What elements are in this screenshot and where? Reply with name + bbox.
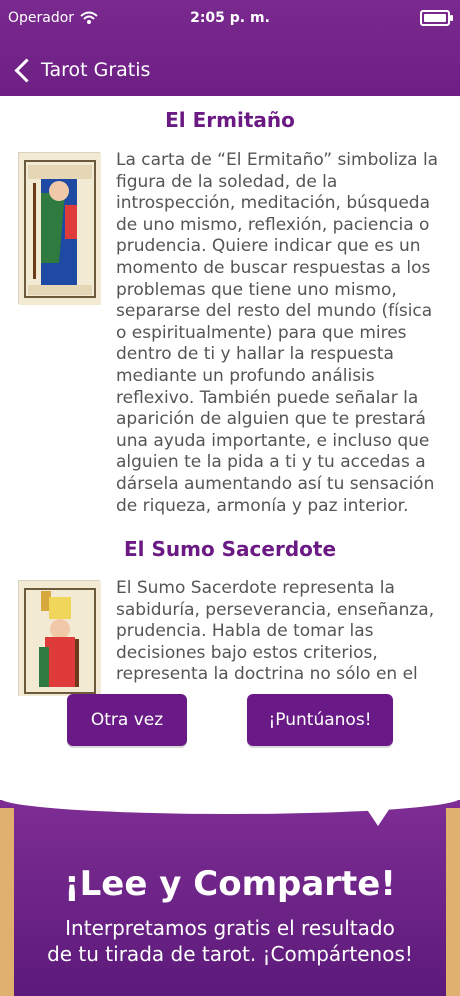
promo-subtitle: Interpretamos gratis el resultado de tu … <box>40 915 420 967</box>
top-bar: Operador 2:05 p. m. Tarot Gratis <box>0 0 460 96</box>
puntuanos-button[interactable]: ¡Puntúanos! <box>247 694 393 746</box>
card-descriptions: El Ermitaño La carta de “El Ermitaño” si… <box>0 96 460 696</box>
card-description: La carta de “El Ermitaño” simboliza la f… <box>116 150 439 516</box>
promo-title: ¡Lee y Comparte! <box>64 864 396 904</box>
promo-subtitle-line: Interpretamos gratis el resultado <box>65 916 395 940</box>
card-title: El Sumo Sacerdote <box>123 537 337 561</box>
otra-vez-button[interactable]: Otra vez <box>67 694 187 746</box>
promo-pointer <box>366 808 390 826</box>
back-label: Tarot Gratis <box>41 59 151 81</box>
back-button[interactable]: Tarot Gratis <box>0 57 151 83</box>
card-title: El Ermitaño <box>165 108 295 132</box>
chevron-left-icon <box>14 57 39 83</box>
battery-icon <box>420 10 453 26</box>
card-description: El Sumo Sacerdote representa la sabidurí… <box>116 578 435 685</box>
promo-subtitle-line: de tu tirada de tarot. ¡Compártenos! <box>47 942 413 966</box>
navigation-bar: Tarot Gratis <box>0 44 460 96</box>
card-ermitano-image <box>18 152 101 305</box>
status-time: 2:05 p. m. <box>190 10 270 26</box>
status-bar: Operador 2:05 p. m. <box>0 0 460 36</box>
card-sumo-sacerdote-image <box>18 580 101 696</box>
